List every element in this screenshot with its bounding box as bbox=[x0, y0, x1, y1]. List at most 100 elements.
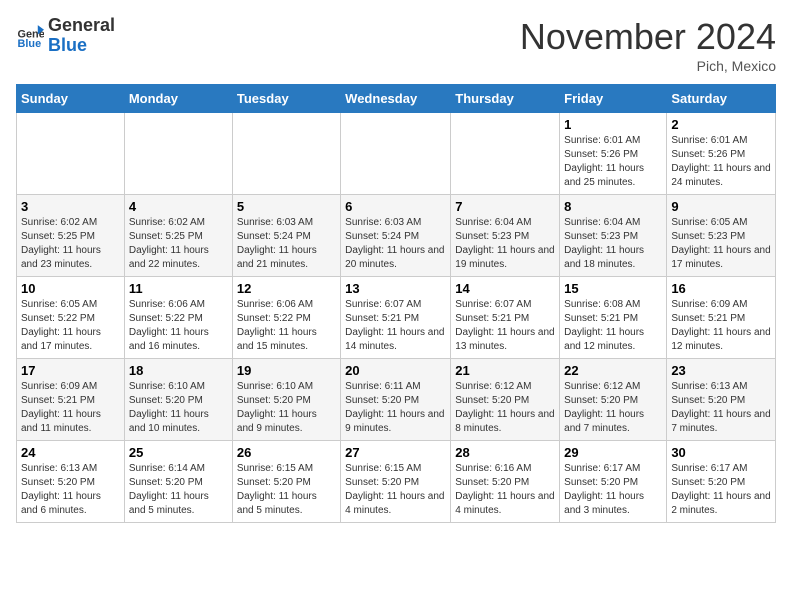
weekday-header-saturday: Saturday bbox=[667, 85, 776, 113]
calendar-cell: 2 Sunrise: 6:01 AM Sunset: 5:26 PM Daylig… bbox=[667, 113, 776, 195]
day-info: Sunrise: 6:09 AM Sunset: 5:21 PM Dayligh… bbox=[21, 380, 120, 436]
day-number: 17 bbox=[21, 363, 120, 378]
day-number: 1 bbox=[564, 117, 662, 132]
day-number: 2 bbox=[671, 117, 771, 132]
calendar-cell: 26 Sunrise: 6:15 AM Sunset: 5:20 PM Dayli… bbox=[232, 441, 340, 523]
day-number: 15 bbox=[564, 281, 662, 296]
calendar-cell: 30 Sunrise: 6:17 AM Sunset: 5:20 PM Dayli… bbox=[667, 441, 776, 523]
day-info: Sunrise: 6:03 AM Sunset: 5:24 PM Dayligh… bbox=[237, 216, 336, 272]
calendar-cell: 12Sunrise: 6:06 AM Sunset: 5:22 PM Dayli… bbox=[232, 277, 340, 359]
day-info: Sunrise: 6:06 AM Sunset: 5:22 PM Dayligh… bbox=[237, 298, 336, 354]
calendar-cell bbox=[124, 113, 232, 195]
day-number: 6 bbox=[345, 199, 446, 214]
calendar-cell: 10Sunrise: 6:05 AM Sunset: 5:22 PM Dayli… bbox=[17, 277, 125, 359]
calendar-cell: 13Sunrise: 6:07 AM Sunset: 5:21 PM Dayli… bbox=[341, 277, 451, 359]
day-info: Sunrise: 6:13 AM Sunset: 5:20 PM Dayligh… bbox=[671, 380, 771, 436]
calendar-cell: 11Sunrise: 6:06 AM Sunset: 5:22 PM Dayli… bbox=[124, 277, 232, 359]
calendar-week-3: 17 Sunrise: 6:09 AM Sunset: 5:21 PM Dayli… bbox=[17, 359, 776, 441]
calendar-body: 1 Sunrise: 6:01 AM Sunset: 5:26 PM Daylig… bbox=[17, 113, 776, 523]
day-number: 4 bbox=[129, 199, 228, 214]
day-info: Sunrise: 6:10 AM Sunset: 5:20 PM Dayligh… bbox=[129, 380, 228, 436]
calendar-cell: 28 Sunrise: 6:16 AM Sunset: 5:20 PM Dayli… bbox=[451, 441, 560, 523]
calendar-cell: 16Sunrise: 6:09 AM Sunset: 5:21 PM Dayli… bbox=[667, 277, 776, 359]
location: Pich, Mexico bbox=[520, 58, 776, 74]
calendar-cell: 20 Sunrise: 6:11 AM Sunset: 5:20 PM Dayli… bbox=[341, 359, 451, 441]
day-info: Sunrise: 6:12 AM Sunset: 5:20 PM Dayligh… bbox=[564, 380, 662, 436]
weekday-header-thursday: Thursday bbox=[451, 85, 560, 113]
day-info: Sunrise: 6:06 AM Sunset: 5:22 PM Dayligh… bbox=[129, 298, 228, 354]
title-area: November 2024 Pich, Mexico bbox=[520, 16, 776, 74]
day-number: 14 bbox=[455, 281, 555, 296]
day-number: 24 bbox=[21, 445, 120, 460]
day-number: 19 bbox=[237, 363, 336, 378]
day-info: Sunrise: 6:01 AM Sunset: 5:26 PM Dayligh… bbox=[564, 134, 662, 190]
day-number: 25 bbox=[129, 445, 228, 460]
day-info: Sunrise: 6:12 AM Sunset: 5:20 PM Dayligh… bbox=[455, 380, 555, 436]
calendar-cell: 21Sunrise: 6:12 AM Sunset: 5:20 PM Dayli… bbox=[451, 359, 560, 441]
calendar-cell: 8Sunrise: 6:04 AM Sunset: 5:23 PM Daylig… bbox=[560, 195, 667, 277]
day-number: 29 bbox=[564, 445, 662, 460]
day-info: Sunrise: 6:04 AM Sunset: 5:23 PM Dayligh… bbox=[455, 216, 555, 272]
weekday-header-monday: Monday bbox=[124, 85, 232, 113]
day-number: 22 bbox=[564, 363, 662, 378]
day-number: 23 bbox=[671, 363, 771, 378]
day-number: 27 bbox=[345, 445, 446, 460]
day-info: Sunrise: 6:14 AM Sunset: 5:20 PM Dayligh… bbox=[129, 462, 228, 518]
day-number: 10 bbox=[21, 281, 120, 296]
calendar-cell: 22 Sunrise: 6:12 AM Sunset: 5:20 PM Dayli… bbox=[560, 359, 667, 441]
calendar-table: SundayMondayTuesdayWednesdayThursdayFrid… bbox=[16, 84, 776, 523]
logo-icon: General Blue bbox=[16, 22, 44, 50]
month-title: November 2024 bbox=[520, 16, 776, 58]
calendar-cell: 29Sunrise: 6:17 AM Sunset: 5:20 PM Dayli… bbox=[560, 441, 667, 523]
day-info: Sunrise: 6:03 AM Sunset: 5:24 PM Dayligh… bbox=[345, 216, 446, 272]
calendar-cell: 1 Sunrise: 6:01 AM Sunset: 5:26 PM Daylig… bbox=[560, 113, 667, 195]
day-number: 28 bbox=[455, 445, 555, 460]
weekday-header-sunday: Sunday bbox=[17, 85, 125, 113]
calendar-cell: 19 Sunrise: 6:10 AM Sunset: 5:20 PM Dayli… bbox=[232, 359, 340, 441]
day-number: 7 bbox=[455, 199, 555, 214]
day-number: 26 bbox=[237, 445, 336, 460]
day-info: Sunrise: 6:08 AM Sunset: 5:21 PM Dayligh… bbox=[564, 298, 662, 354]
day-number: 3 bbox=[21, 199, 120, 214]
day-info: Sunrise: 6:15 AM Sunset: 5:20 PM Dayligh… bbox=[345, 462, 446, 518]
calendar-cell: 23 Sunrise: 6:13 AM Sunset: 5:20 PM Dayli… bbox=[667, 359, 776, 441]
day-number: 30 bbox=[671, 445, 771, 460]
calendar-cell: 14 Sunrise: 6:07 AM Sunset: 5:21 PM Dayli… bbox=[451, 277, 560, 359]
day-info: Sunrise: 6:02 AM Sunset: 5:25 PM Dayligh… bbox=[21, 216, 120, 272]
weekday-header-row: SundayMondayTuesdayWednesdayThursdayFrid… bbox=[17, 85, 776, 113]
day-info: Sunrise: 6:11 AM Sunset: 5:20 PM Dayligh… bbox=[345, 380, 446, 436]
calendar-week-1: 3 Sunrise: 6:02 AM Sunset: 5:25 PM Daylig… bbox=[17, 195, 776, 277]
calendar-week-2: 10Sunrise: 6:05 AM Sunset: 5:22 PM Dayli… bbox=[17, 277, 776, 359]
weekday-header-wednesday: Wednesday bbox=[341, 85, 451, 113]
calendar-cell: 24 Sunrise: 6:13 AM Sunset: 5:20 PM Dayli… bbox=[17, 441, 125, 523]
logo-text-general: General bbox=[48, 16, 115, 36]
svg-text:Blue: Blue bbox=[18, 38, 42, 50]
day-info: Sunrise: 6:07 AM Sunset: 5:21 PM Dayligh… bbox=[345, 298, 446, 354]
calendar-cell bbox=[232, 113, 340, 195]
day-info: Sunrise: 6:04 AM Sunset: 5:23 PM Dayligh… bbox=[564, 216, 662, 272]
day-info: Sunrise: 6:13 AM Sunset: 5:20 PM Dayligh… bbox=[21, 462, 120, 518]
weekday-header-tuesday: Tuesday bbox=[232, 85, 340, 113]
page-header: General Blue General Blue November 2024 … bbox=[16, 16, 776, 74]
calendar-cell bbox=[451, 113, 560, 195]
calendar-cell bbox=[341, 113, 451, 195]
day-info: Sunrise: 6:01 AM Sunset: 5:26 PM Dayligh… bbox=[671, 134, 771, 190]
calendar-cell: 15 Sunrise: 6:08 AM Sunset: 5:21 PM Dayli… bbox=[560, 277, 667, 359]
calendar-cell: 25 Sunrise: 6:14 AM Sunset: 5:20 PM Dayli… bbox=[124, 441, 232, 523]
day-info: Sunrise: 6:15 AM Sunset: 5:20 PM Dayligh… bbox=[237, 462, 336, 518]
calendar-cell: 17 Sunrise: 6:09 AM Sunset: 5:21 PM Dayli… bbox=[17, 359, 125, 441]
day-number: 5 bbox=[237, 199, 336, 214]
day-number: 9 bbox=[671, 199, 771, 214]
calendar-cell bbox=[17, 113, 125, 195]
calendar-week-4: 24 Sunrise: 6:13 AM Sunset: 5:20 PM Dayli… bbox=[17, 441, 776, 523]
calendar-cell: 9Sunrise: 6:05 AM Sunset: 5:23 PM Daylig… bbox=[667, 195, 776, 277]
day-info: Sunrise: 6:17 AM Sunset: 5:20 PM Dayligh… bbox=[671, 462, 771, 518]
calendar-cell: 5 Sunrise: 6:03 AM Sunset: 5:24 PM Daylig… bbox=[232, 195, 340, 277]
day-info: Sunrise: 6:10 AM Sunset: 5:20 PM Dayligh… bbox=[237, 380, 336, 436]
day-number: 20 bbox=[345, 363, 446, 378]
calendar-cell: 7 Sunrise: 6:04 AM Sunset: 5:23 PM Daylig… bbox=[451, 195, 560, 277]
calendar-cell: 4 Sunrise: 6:02 AM Sunset: 5:25 PM Daylig… bbox=[124, 195, 232, 277]
day-info: Sunrise: 6:02 AM Sunset: 5:25 PM Dayligh… bbox=[129, 216, 228, 272]
day-info: Sunrise: 6:07 AM Sunset: 5:21 PM Dayligh… bbox=[455, 298, 555, 354]
day-info: Sunrise: 6:16 AM Sunset: 5:20 PM Dayligh… bbox=[455, 462, 555, 518]
